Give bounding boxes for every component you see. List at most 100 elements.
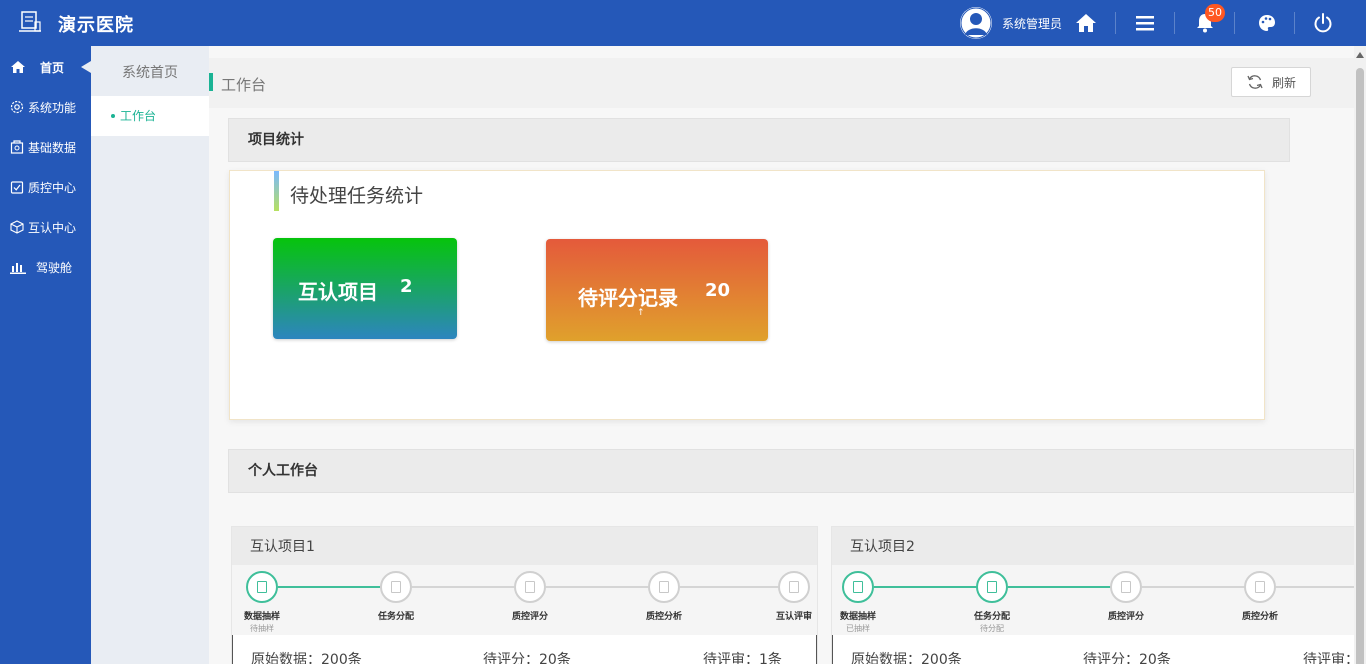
subnav-title: 系统首页 xyxy=(122,65,178,81)
refresh-label: 刷新 xyxy=(1271,75,1296,90)
step-sampling[interactable] xyxy=(842,571,874,603)
document-icon xyxy=(525,581,535,593)
document-icon xyxy=(659,581,669,593)
step-scoring[interactable] xyxy=(1110,571,1142,603)
document-icon xyxy=(257,581,267,593)
step-status: 待分配 xyxy=(980,624,1004,633)
gear-icon xyxy=(10,100,24,114)
stat-pending-review: 待评审：1条 xyxy=(703,652,782,664)
project-card-2: 互认项目2 数据抽样 已抽样 任务分配 待分配 质控评分 质控分析 原始数据：2… xyxy=(831,526,1366,664)
nav-item-label: 基础数据 xyxy=(28,140,77,155)
nav-item-label: 互认中心 xyxy=(28,220,77,235)
step-scoring[interactable] xyxy=(514,571,546,603)
document-icon xyxy=(789,581,799,593)
card-count: 2 xyxy=(400,276,413,297)
stat-raw-data: 原始数据：200条 xyxy=(851,652,962,664)
sub-nav: 系统首页 工作台 xyxy=(91,46,209,664)
step-label: 数据抽样 xyxy=(839,612,876,622)
step-status: 已抽样 xyxy=(846,624,870,633)
app-title: 演示医院 xyxy=(58,15,134,36)
step-label: 任务分配 xyxy=(377,612,414,622)
step-analysis[interactable] xyxy=(1244,571,1276,603)
nav-item-qc[interactable]: 质控中心 xyxy=(0,167,91,207)
pending-stats-panel: 待处理任务统计 互认项目 2 待评分记录 20 ↑ xyxy=(229,170,1265,420)
project-stats-header: 项目统计 xyxy=(228,118,1290,162)
active-indicator xyxy=(81,61,91,73)
step-sampling[interactable] xyxy=(246,571,278,603)
step-label: 互认评审 xyxy=(775,612,812,622)
stat-pending-score: 待评分：20条 xyxy=(483,652,571,664)
scrollbar[interactable] xyxy=(1354,46,1366,664)
menu-button[interactable] xyxy=(1130,8,1160,38)
breadcrumb: 工作台 刷新 xyxy=(209,58,1354,108)
document-icon xyxy=(853,581,863,593)
nav-item-label: 驾驶舱 xyxy=(36,260,73,275)
nav-item-label: 系统功能 xyxy=(28,100,77,115)
step-assign[interactable] xyxy=(380,571,412,603)
theme-button[interactable] xyxy=(1252,8,1282,38)
document-icon xyxy=(1255,581,1265,593)
card-note: ↑ xyxy=(637,308,645,318)
user-name[interactable]: 系统管理员 xyxy=(1002,15,1062,32)
mutual-project-card[interactable]: 互认项目 2 xyxy=(273,238,457,339)
document-icon xyxy=(1121,581,1131,593)
stat-pending-score: 待评分：20条 xyxy=(1083,652,1171,664)
refresh-button[interactable]: 刷新 xyxy=(1231,67,1311,97)
scroll-up-arrow-icon[interactable] xyxy=(1356,52,1364,58)
power-icon xyxy=(1314,13,1332,33)
personal-workbench-header: 个人工作台 xyxy=(228,449,1354,493)
document-icon xyxy=(391,581,401,593)
scroll-thumb[interactable] xyxy=(1356,68,1364,664)
subnav-item-workbench[interactable]: 工作台 xyxy=(91,96,209,136)
step-status: 待抽样 xyxy=(250,624,274,633)
step-analysis[interactable] xyxy=(648,571,680,603)
step-review[interactable] xyxy=(778,571,810,603)
nav-item-cockpit[interactable]: 驾驶舱 xyxy=(0,247,91,287)
nav-item-label: 首页 xyxy=(40,60,65,75)
check-icon xyxy=(10,181,24,194)
top-bar: 演示医院 系统管理员 50 xyxy=(0,0,1366,46)
project-title: 互认项目1 xyxy=(232,527,817,565)
main-content: 工作台 刷新 项目统计 待处理任务统计 互认项目 2 待评分记录 20 ↑ 个人… xyxy=(209,46,1366,664)
bullet-dot xyxy=(111,113,115,118)
card-count: 20 xyxy=(705,280,731,301)
project-stats: 原始数据：200条 待评分：20条 待评审：1条 xyxy=(232,635,817,664)
step-label: 任务分配 xyxy=(973,612,1010,622)
project-stats: 原始数据：200条 待评分：20条 待评审： xyxy=(832,635,1366,664)
home-icon xyxy=(11,61,25,73)
home-button[interactable] xyxy=(1071,8,1101,38)
project-title: 互认项目2 xyxy=(832,527,1366,565)
card-label: 待评分记录 xyxy=(578,286,678,310)
nav-item-system[interactable]: 系统功能 xyxy=(0,87,91,127)
nav-item-home[interactable]: 首页 xyxy=(0,47,91,87)
step-label: 质控评分 xyxy=(1107,612,1144,622)
left-nav: 首页 系统功能 基础数据 质控中心 互认中心 驾驶舱 xyxy=(0,46,91,664)
card-label: 互认项目 xyxy=(298,280,378,304)
stat-pending-review: 待评审： xyxy=(1303,652,1359,664)
step-label: 质控分析 xyxy=(645,612,682,622)
project-steps: 数据抽样 待抽样 任务分配 质控评分 质控分析 互认评审 xyxy=(232,565,817,635)
subnav-item-label: 工作台 xyxy=(120,109,157,123)
step-assign[interactable] xyxy=(976,571,1008,603)
user-avatar-icon xyxy=(960,7,992,39)
hospital-logo-icon xyxy=(19,11,41,32)
avatar[interactable] xyxy=(960,7,992,39)
nav-item-basedata[interactable]: 基础数据 xyxy=(0,127,91,167)
refresh-icon xyxy=(1247,75,1263,89)
data-icon xyxy=(10,140,24,154)
chart-icon xyxy=(10,263,26,274)
pending-title: 待处理任务统计 xyxy=(290,185,424,207)
stat-raw-data: 原始数据：200条 xyxy=(251,652,362,664)
project-steps: 数据抽样 已抽样 任务分配 待分配 质控评分 质控分析 xyxy=(832,565,1366,635)
nav-item-mutual[interactable]: 互认中心 xyxy=(0,207,91,247)
document-icon xyxy=(987,581,997,593)
logout-button[interactable] xyxy=(1308,8,1338,38)
breadcrumb-label: 工作台 xyxy=(221,76,267,94)
step-label: 数据抽样 xyxy=(243,612,280,622)
home-icon xyxy=(1076,14,1096,32)
notification-badge: 50 xyxy=(1205,4,1225,22)
menu-icon xyxy=(1136,16,1154,31)
step-label: 质控评分 xyxy=(511,612,548,622)
project-card-1: 互认项目1 数据抽样 待抽样 任务分配 质控评分 质控分析 互认评审 原始数据：… xyxy=(231,526,818,664)
pending-score-card[interactable]: 待评分记录 20 ↑ xyxy=(546,239,768,341)
